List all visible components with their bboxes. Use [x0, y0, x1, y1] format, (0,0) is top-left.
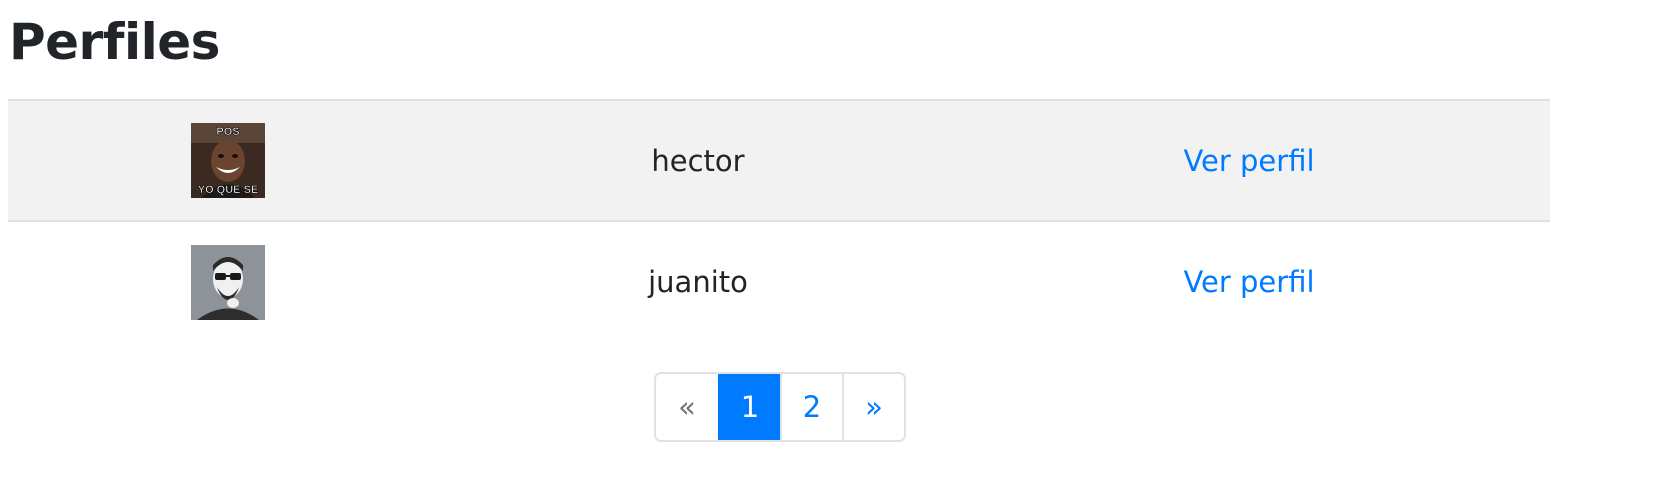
- pagination-page-1[interactable]: 1: [718, 374, 780, 440]
- svg-text:YO QUE SE: YO QUE SE: [198, 184, 259, 196]
- pagination-page-2[interactable]: 2: [780, 374, 842, 440]
- table-row: juanito Ver perfil: [8, 220, 1550, 342]
- avatar-cell: [8, 220, 448, 342]
- avatar-glasses-icon: [191, 244, 265, 320]
- pagination-previous[interactable]: «: [656, 374, 718, 440]
- username: juanito: [648, 265, 748, 299]
- view-profile-link[interactable]: Ver perfil: [1183, 265, 1314, 299]
- avatar-cell: POS YO QUE SE: [8, 99, 448, 222]
- link-cell: Ver perfil: [948, 99, 1550, 222]
- svg-text:POS: POS: [216, 126, 239, 138]
- pagination: « 1 2 »: [654, 372, 906, 442]
- username-cell: juanito: [448, 220, 948, 342]
- profiles-table: POS YO QUE SE hector Ver perfil juanito …: [8, 99, 1550, 342]
- link-cell: Ver perfil: [948, 220, 1550, 342]
- username-cell: hector: [448, 99, 948, 222]
- view-profile-link[interactable]: Ver perfil: [1183, 144, 1314, 178]
- page-title: Perfiles: [9, 13, 220, 71]
- username: hector: [651, 143, 745, 178]
- avatar-meme-icon: POS YO QUE SE: [191, 123, 265, 198]
- pagination-next[interactable]: »: [842, 374, 904, 440]
- page-root: Perfiles POS YO QUE SE hector Ver perfil…: [0, 0, 1678, 489]
- table-row: POS YO QUE SE hector Ver perfil: [8, 99, 1550, 222]
